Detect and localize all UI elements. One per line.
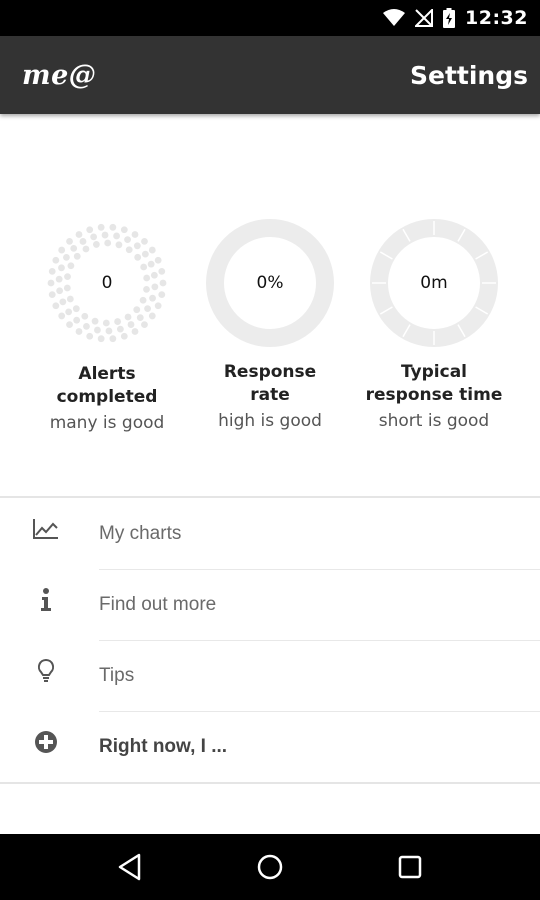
stat-value: 0% (256, 273, 284, 293)
stat-subtitle: high is good (218, 411, 322, 431)
back-icon[interactable] (110, 847, 150, 887)
chart-icon (32, 515, 60, 543)
stats-section: 0 Alerts completed many is good 0% Respo… (0, 114, 540, 496)
menu-item-label: Tips (99, 664, 135, 686)
stat-value: 0 (101, 273, 113, 293)
status-bar: 12:32 (0, 0, 540, 36)
clock-ring-icon: 0m (369, 218, 499, 348)
stat-value: 0m (420, 273, 448, 293)
menu-item-my-charts[interactable]: My charts (0, 498, 540, 569)
lightbulb-icon (32, 657, 60, 685)
stat-alerts-completed: 0 Alerts completed many is good (22, 218, 192, 434)
menu-list: My charts Find out more Tips Right now, … (0, 496, 540, 784)
status-clock: 12:32 (465, 7, 528, 29)
stat-response-rate: 0% Response rate high is good (185, 218, 355, 432)
stat-subtitle: many is good (49, 413, 165, 433)
menu-item-label: My charts (99, 522, 182, 544)
battery-charging-icon (443, 8, 456, 28)
ring-icon: 0% (205, 218, 335, 348)
app-logo: me@ (22, 59, 97, 91)
menu-item-label: Right now, I ... (99, 735, 228, 757)
menu-item-right-now[interactable]: Right now, I ... (0, 711, 540, 782)
recents-icon[interactable] (390, 847, 430, 887)
menu-item-find-out-more[interactable]: Find out more (0, 569, 540, 640)
stat-title: Response rate (223, 362, 317, 405)
stat-title: Typical response time (365, 362, 503, 405)
dotted-ring-icon: 0 (42, 218, 172, 348)
home-icon[interactable] (250, 847, 290, 887)
stat-title: Alerts completed (56, 364, 158, 407)
system-nav-bar (0, 834, 540, 900)
info-icon (32, 586, 60, 614)
wifi-icon (383, 9, 406, 27)
stat-subtitle: short is good (378, 411, 490, 431)
stat-typical-response-time: 0m Typical response time short is good (349, 218, 519, 432)
plus-circle-icon (32, 728, 60, 756)
menu-item-tips[interactable]: Tips (0, 640, 540, 711)
settings-button[interactable]: Settings (410, 61, 528, 90)
app-bar: me@ Settings (0, 36, 540, 114)
menu-item-label: Find out more (99, 593, 217, 615)
no-signal-icon (415, 9, 434, 27)
